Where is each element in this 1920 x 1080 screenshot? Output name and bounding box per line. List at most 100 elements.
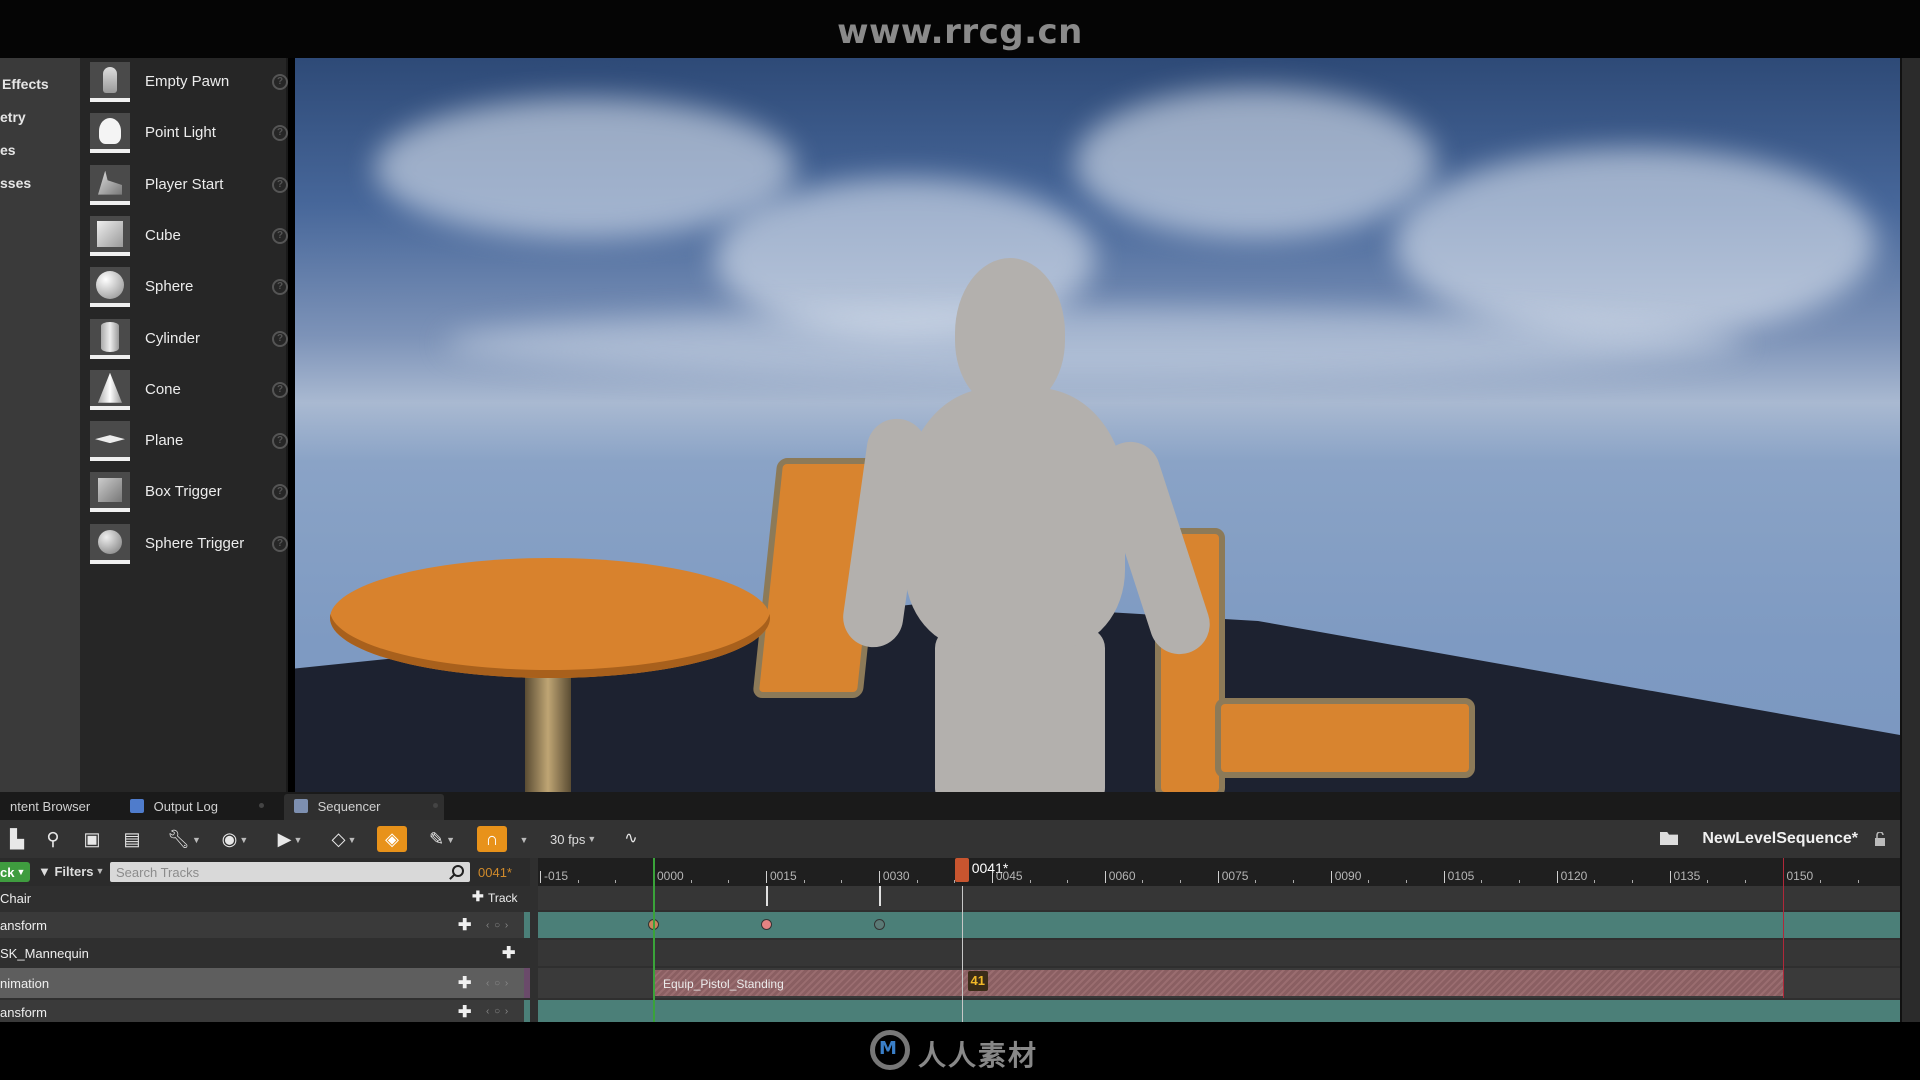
key-group-dropdown[interactable]: ◇ ▼ [324,826,364,852]
close-icon[interactable] [259,803,264,808]
tick-label: 0090 [1334,869,1362,883]
animation-section-label: Equip_Pistol_Standing [663,977,784,991]
chevron-down-icon: ▼ [519,835,529,845]
current-frame-readout[interactable]: 0041* [478,865,512,880]
lane-chair[interactable] [538,886,1900,910]
unlock-icon[interactable] [1874,832,1886,846]
place-actor-item[interactable]: Sphere? [90,265,288,311]
place-actor-item[interactable]: Point Light? [90,111,288,157]
place-actor-item[interactable]: Cube? [90,214,288,260]
playhead-line[interactable] [961,886,963,1022]
add-key-button[interactable]: ✚ [458,1002,471,1022]
save-icon: ▙ [10,829,24,849]
save-button[interactable]: ▙ [4,826,30,852]
minor-tick [803,880,805,883]
track-row-animation[interactable]: nimation ✚ ‹ ○ › [0,968,530,998]
category-volumes[interactable]: es [0,142,16,158]
place-actor-item[interactable]: Cone? [90,368,288,414]
category-geometry[interactable]: etry [0,109,26,125]
tick-mark [878,871,880,883]
playback-start-marker[interactable] [653,858,655,1022]
add-section-button[interactable]: ✚ [458,973,471,993]
track-row-transform[interactable]: ansform ✚ ‹ ○ › [0,912,530,938]
level-viewport[interactable] [295,58,1900,792]
track-label: ansform [0,1005,47,1020]
key-icon: ◇ [331,829,346,849]
tab-sequencer[interactable]: Sequencer [284,794,444,820]
add-key-button[interactable]: ✚ [458,915,471,935]
help-icon[interactable]: ? [272,74,288,90]
help-icon[interactable]: ? [272,330,288,347]
auto-key-toggle[interactable]: ◈ [377,826,407,852]
lane-animation[interactable]: Equip_Pistol_Standing 41 [538,968,1900,998]
playhead-handle[interactable] [954,858,969,882]
keyframe[interactable] [873,919,885,930]
minor-tick [1820,880,1822,883]
chevron-down-icon: ▼ [16,867,26,877]
find-button[interactable]: ⚲ [40,826,66,852]
tab-content-browser[interactable]: ntent Browser [0,794,100,820]
minor-tick [1067,880,1069,883]
track-lanes[interactable]: Equip_Pistol_Standing 41 [538,886,1900,1022]
track-row-sk-mannequin[interactable]: SK_Mannequin ✚ [0,940,530,966]
help-icon[interactable]: ? [272,433,288,450]
animation-section[interactable]: Equip_Pistol_Standing [653,970,1783,996]
timeline-ruler[interactable]: 0041* -015 0000 0015 0030 0045 0060 0075 0090 01… [538,858,1900,886]
help-icon[interactable]: ? [272,279,288,296]
help-icon[interactable]: ? [272,176,288,193]
place-actor-item[interactable]: Cylinder? [90,317,288,363]
sphere-trigger-icon [90,523,130,564]
snap-options-dropdown[interactable]: ▼ [516,826,530,852]
track-row-chair[interactable]: Chair ✚ Track [0,886,530,910]
place-actor-item[interactable]: Box Trigger? [90,470,288,516]
add-track-label[interactable]: Track [488,891,518,905]
help-icon[interactable]: ? [272,125,288,142]
key-navigation[interactable]: ‹ ○ › [486,978,509,989]
help-icon[interactable]: ? [272,227,288,244]
output-log-icon [130,799,144,813]
key-navigation[interactable]: ‹ ○ › [486,920,509,931]
place-actor-label: Sphere [145,278,194,296]
place-actor-item[interactable]: Player Start? [90,163,288,209]
search-icon: ⚲ [46,829,60,849]
details-panel-edge [1900,58,1920,1022]
tick-mark [991,871,993,883]
lane-sk-mannequin[interactable] [538,940,1900,966]
key-navigation[interactable]: ‹ ○ › [486,1006,509,1017]
curve-editor-button[interactable]: ∿ [618,826,644,852]
add-track-button[interactable]: ck ▼ [0,862,30,882]
view-options-dropdown[interactable]: ◉ ▼ [214,826,256,852]
tab-output-log[interactable]: Output Log [120,794,270,820]
track-row-transform[interactable]: ansform ✚ ‹ ○ › [0,1000,530,1022]
lane-transform[interactable] [538,912,1900,938]
camera-button[interactable]: ▣ [78,826,106,852]
close-icon[interactable] [433,803,438,808]
place-actor-item[interactable]: Sphere Trigger? [90,522,288,568]
place-actor-item[interactable]: Plane? [90,419,288,465]
search-tracks-input[interactable] [110,862,470,882]
filters-dropdown[interactable]: ▼ Filters ▼ [38,864,104,879]
folder-icon[interactable] [1660,832,1678,845]
add-track-button[interactable]: ✚ [502,943,515,963]
playback-dropdown[interactable]: ▶ ▼ [272,826,308,852]
help-icon[interactable]: ? [272,484,288,501]
keyframe[interactable] [760,919,772,930]
edit-mode-dropdown[interactable]: ✎ ▼ [422,826,462,852]
sequence-name: NewLevelSequence* [1702,830,1858,847]
render-movie-button[interactable]: ▤ [118,826,146,852]
place-actor-item[interactable]: Empty Pawn? [90,60,288,106]
help-icon[interactable]: ? [272,381,288,398]
help-icon[interactable]: ? [272,535,288,552]
table-leg [525,658,571,792]
minor-tick [1707,880,1709,883]
track-filter-row: ck▼ ▼ Filters▼ 0041* [0,858,530,886]
category-all-classes[interactable]: sses [0,175,31,191]
frame-rate-dropdown[interactable]: 30 fps ▼ [550,832,596,847]
settings-dropdown[interactable]: 🔧︎ ▼ [164,826,204,852]
category-effects[interactable]: Effects [2,76,49,92]
lane-transform[interactable] [538,1000,1900,1022]
plus-icon[interactable]: ✚ [472,888,484,905]
snap-toggle[interactable]: ∩ [477,826,507,852]
playback-end-marker[interactable] [1782,858,1784,998]
search-icon[interactable] [452,865,464,877]
